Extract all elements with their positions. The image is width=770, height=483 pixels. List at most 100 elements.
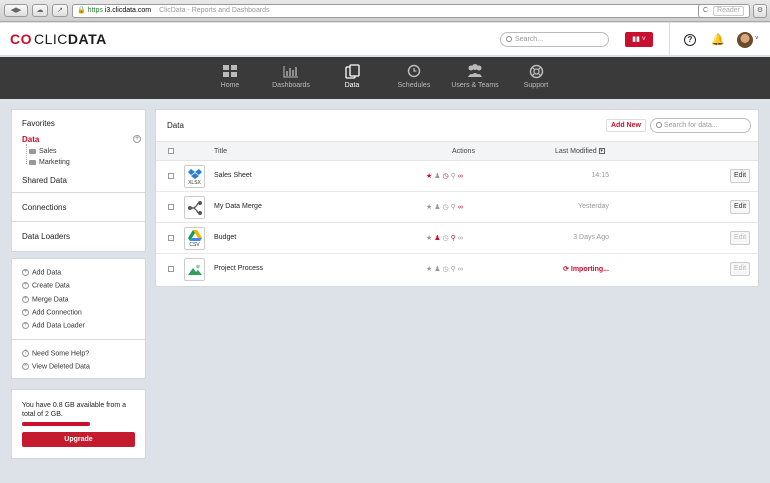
question-circle-icon: ?: [22, 350, 29, 357]
user-icon[interactable]: ♟: [434, 204, 442, 211]
share-icon[interactable]: ↗: [52, 4, 68, 17]
schedule-icon[interactable]: ◷: [443, 173, 451, 180]
data-search-input[interactable]: Search for data...: [650, 118, 751, 133]
avatar[interactable]: [737, 32, 753, 48]
nav-support-label: Support: [523, 82, 549, 89]
sidebar-divider: [12, 221, 145, 222]
storage-panel: You have 0.8 GB available from a total o…: [11, 389, 146, 459]
sidebar-navigation: Favorites Data + Sales Marketing Shared …: [11, 109, 146, 252]
table-row[interactable]: My Data Merge ★♟◷⚲∞ Yesterday Edit: [156, 192, 758, 223]
gear-icon[interactable]: ⚙: [753, 4, 767, 18]
select-all-checkbox[interactable]: [168, 148, 174, 154]
plus-circle-icon: +: [22, 322, 29, 329]
lock-icon[interactable]: ⚲: [451, 204, 458, 211]
nav-data[interactable]: Data: [322, 63, 382, 89]
link-icon[interactable]: ∞: [458, 235, 465, 242]
help-link-label: Need Some Help?: [32, 350, 90, 358]
row-title[interactable]: Sales Sheet: [214, 172, 252, 179]
sidebar-divider: [12, 192, 145, 193]
add-new-button[interactable]: Add New: [606, 119, 646, 132]
table-row[interactable]: CSV Budget ★♟◷⚲∞ 3 Days Ago Edit: [156, 223, 758, 254]
nav-schedules-label: Schedules: [397, 82, 431, 89]
url-scheme: https: [87, 7, 103, 14]
dashboard-menu-button[interactable]: ▮▮ ˅: [625, 32, 653, 47]
column-actions: Actions: [452, 148, 475, 155]
sidebar-item-data-loaders[interactable]: Data Loaders: [22, 232, 70, 241]
upgrade-button[interactable]: Upgrade: [22, 432, 135, 447]
sidebar-item-data[interactable]: Data: [22, 135, 39, 144]
reload-icon[interactable]: C: [703, 7, 708, 14]
edit-button[interactable]: Edit: [730, 231, 750, 245]
chevron-down-icon[interactable]: ˅: [755, 36, 759, 42]
user-icon[interactable]: ♟: [434, 173, 442, 180]
row-checkbox[interactable]: [168, 204, 174, 210]
url-domain: i3.clicdata.com: [104, 7, 152, 14]
table-row[interactable]: XLSX Sales Sheet ★♟◷⚲∞ 14:15 Edit: [156, 161, 758, 192]
row-checkbox[interactable]: [168, 235, 174, 241]
folder-sales[interactable]: Sales: [29, 148, 57, 155]
bar-chart-icon: [261, 63, 321, 79]
clicdata-logo[interactable]: CO CLIC DATA: [10, 31, 107, 47]
folder-icon: [29, 148, 36, 154]
reader-area[interactable]: C Reader: [698, 4, 750, 18]
row-last-modified: 14:15: [591, 172, 609, 179]
address-bar[interactable]: 🔒 https i3.clicdata.com ClicData - Repor…: [72, 4, 727, 18]
icloud-icon[interactable]: ☁: [32, 4, 48, 17]
help-icon[interactable]: ?: [684, 34, 696, 46]
importing-status: Importing...: [570, 266, 609, 273]
create-data-link[interactable]: + Create Data: [22, 282, 70, 289]
plus-circle-icon: +: [22, 309, 29, 316]
folder-marketing[interactable]: Marketing: [29, 159, 70, 166]
reader-button[interactable]: Reader: [713, 6, 744, 16]
nav-support[interactable]: Support: [506, 63, 566, 89]
user-icon[interactable]: ♟: [434, 235, 442, 242]
nav-home[interactable]: Home: [200, 63, 260, 89]
row-checkbox[interactable]: [168, 266, 174, 272]
nav-users-teams[interactable]: Users & Teams: [445, 63, 505, 89]
sort-icon[interactable]: ▾: [598, 148, 605, 155]
lock-icon[interactable]: ⚲: [451, 173, 458, 180]
plus-circle-icon: +: [22, 296, 29, 303]
schedule-icon[interactable]: ◷: [443, 204, 451, 211]
link-icon[interactable]: ∞: [458, 266, 465, 273]
view-deleted-data-link[interactable]: × View Deleted Data: [22, 363, 90, 370]
column-last-modified[interactable]: Last Modified ▾: [555, 148, 605, 155]
search-icon: [506, 36, 512, 42]
sidebar-item-favorites[interactable]: Favorites: [22, 119, 55, 128]
table-header: Title Actions Last Modified ▾: [156, 141, 758, 161]
sidebar-item-shared-data[interactable]: Shared Data: [22, 176, 67, 185]
edit-button[interactable]: Edit: [730, 169, 750, 183]
schedule-icon[interactable]: ◷: [443, 235, 451, 242]
edit-button[interactable]: Edit: [730, 200, 750, 214]
help-link[interactable]: ? Need Some Help?: [22, 350, 89, 357]
schedule-icon[interactable]: ◷: [443, 266, 451, 273]
add-data-loader-link[interactable]: + Add Data Loader: [22, 322, 85, 329]
logo-text-bold: DATA: [67, 31, 107, 47]
notifications-bell-icon[interactable]: 🔔: [711, 34, 725, 46]
add-data-link[interactable]: + Add Data: [22, 269, 61, 276]
lock-icon[interactable]: ⚲: [451, 235, 458, 242]
nav-dashboards[interactable]: Dashboards: [261, 63, 321, 89]
browser-toolbar: ◀▶ ☁ ↗ 🔒 https i3.clicdata.com ClicData …: [0, 0, 770, 22]
folder-sales-label: Sales: [39, 148, 57, 155]
link-icon[interactable]: ∞: [458, 204, 465, 211]
user-icon[interactable]: ♟: [434, 266, 442, 273]
back-forward-buttons[interactable]: ◀▶: [4, 4, 28, 17]
add-folder-icon[interactable]: +: [133, 135, 141, 143]
lock-icon[interactable]: ⚲: [451, 266, 458, 273]
table-row[interactable]: Project Process ★♟◷⚲∞ ⟳ Importing... Edi…: [156, 254, 758, 285]
image-file-icon: [184, 258, 205, 281]
nav-home-label: Home: [220, 82, 240, 89]
add-connection-link[interactable]: + Add Connection: [22, 309, 82, 316]
row-title[interactable]: My Data Merge: [214, 203, 262, 210]
row-checkbox[interactable]: [168, 173, 174, 179]
row-title[interactable]: Project Process: [214, 265, 263, 272]
merge-data-link[interactable]: + Merge Data: [22, 296, 69, 303]
column-title[interactable]: Title: [214, 148, 227, 155]
sidebar-item-connections[interactable]: Connections: [22, 203, 66, 212]
link-icon[interactable]: ∞: [458, 173, 465, 180]
nav-schedules[interactable]: Schedules: [384, 63, 444, 89]
edit-button[interactable]: Edit: [730, 262, 750, 276]
global-search-input[interactable]: Search...: [500, 32, 609, 47]
row-title[interactable]: Budget: [214, 234, 236, 241]
